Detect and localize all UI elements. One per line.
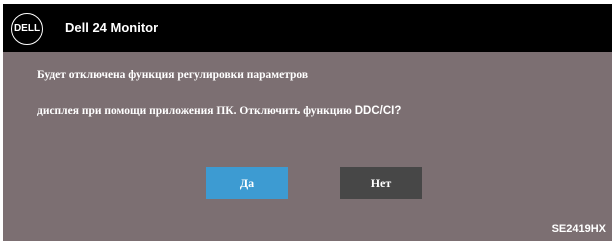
yes-button[interactable]: Да xyxy=(206,167,288,199)
message-line-1: Будет отключена функция регулировки пара… xyxy=(37,69,309,81)
model-name: SE2419HX xyxy=(551,223,606,235)
monitor-title: Dell 24 Monitor xyxy=(65,20,159,35)
message-line-2-text: дисплея при помощи приложения ПК. Отключ… xyxy=(37,105,355,117)
dell-logo: DELL xyxy=(11,13,43,45)
title-bar: DELL Dell 24 Monitor xyxy=(3,4,612,52)
message-line-2: дисплея при помощи приложения ПК. Отключ… xyxy=(37,104,401,118)
no-button[interactable]: Нет xyxy=(340,167,422,199)
osd-dialog: DELL Dell 24 Monitor Будет отключена фун… xyxy=(3,4,612,241)
ddc-ci-label: DDC/CI? xyxy=(354,105,402,117)
